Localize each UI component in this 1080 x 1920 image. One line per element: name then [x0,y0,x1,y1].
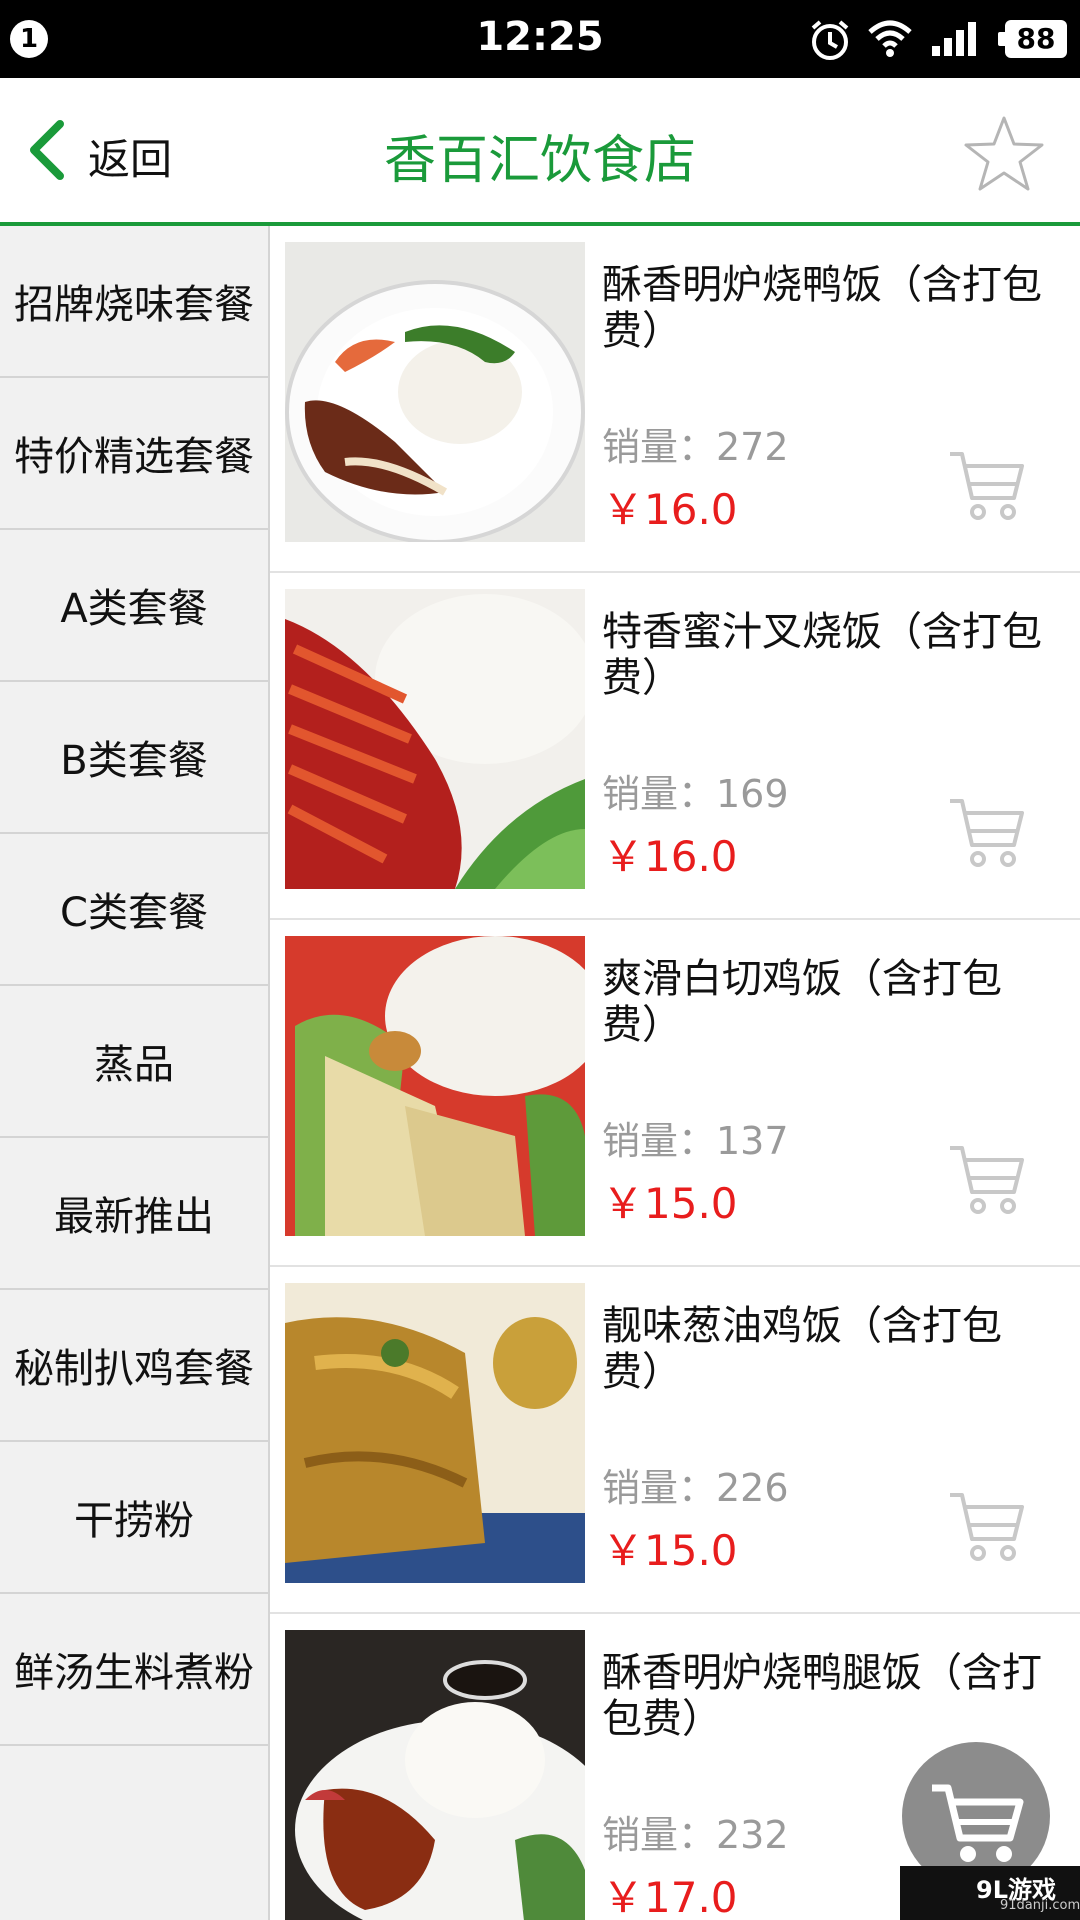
product-name: 特香蜜汁叉烧饭（含打包费） [602,609,1042,701]
product-item[interactable]: 酥香明炉烧鸭饭（含打包费） 销量：272 ￥16.0 [270,226,1080,573]
category-item[interactable]: 最新推出 [0,1138,268,1290]
status-bar: 1 12:25 88 [0,0,1080,78]
product-photo [285,1283,585,1583]
product-sales: 销量：137 [602,1119,789,1163]
cart-icon [950,1493,1024,1561]
product-price: ￥15.0 [602,1526,738,1575]
star-icon [964,116,1044,191]
watermark-logo: 9L游戏 91danji.com [900,1866,1080,1920]
product-price: ￥16.0 [602,485,738,534]
product-item[interactable]: 爽滑白切鸡饭（含打包费） 销量：137 ￥15.0 [270,920,1080,1267]
status-time: 12:25 [476,14,604,60]
product-photo [285,936,585,1236]
add-to-cart-button[interactable] [946,1138,1028,1220]
category-item[interactable]: 特价精选套餐 [0,378,268,530]
category-item[interactable]: B类套餐 [0,682,268,834]
product-name: 靓味葱油鸡饭（含打包费） [602,1303,1002,1395]
product-sales: 销量：232 [602,1813,789,1857]
product-price: ￥15.0 [602,1179,738,1228]
category-item[interactable]: C类套餐 [0,834,268,986]
battery-icon: 88 [998,20,1067,58]
cart-icon [950,1146,1024,1214]
cart-icon [950,452,1024,520]
product-item[interactable]: 特香蜜汁叉烧饭（含打包费） 销量：169 ￥16.0 [270,573,1080,920]
product-name: 酥香明炉烧鸭饭（含打包费） [602,262,1042,354]
category-sidebar: 招牌烧味套餐 特价精选套餐 A类套餐 B类套餐 C类套餐 蒸品 最新推出 秘制扒… [0,226,270,1920]
watermark-sub: 91danji.com [1000,1898,1080,1913]
favorite-button[interactable] [962,112,1046,196]
alarm-icon [811,20,849,60]
product-item[interactable]: 靓味葱油鸡饭（含打包费） 销量：226 ￥15.0 [270,1267,1080,1614]
product-name: 爽滑白切鸡饭（含打包费） [602,956,1002,1048]
product-name: 酥香明炉烧鸭腿饭（含打包费） [602,1650,1042,1742]
product-price: ￥16.0 [602,832,738,881]
product-sales: 销量：226 [602,1466,789,1510]
cart-icon [950,799,1024,867]
add-to-cart-button[interactable] [946,444,1028,526]
category-item[interactable]: 蒸品 [0,986,268,1138]
add-to-cart-button[interactable] [946,791,1028,873]
category-item[interactable]: 秘制扒鸡套餐 [0,1290,268,1442]
product-price: ￥17.0 [602,1873,738,1920]
category-item[interactable]: 招牌烧味套餐 [0,226,268,378]
category-item[interactable]: A类套餐 [0,530,268,682]
product-photo [285,589,585,889]
category-item[interactable]: 干捞粉 [0,1442,268,1594]
product-sales: 销量：272 [602,425,789,469]
signal-icon [932,22,976,56]
page-title: 香百汇饮食店 [383,131,696,191]
product-photo [285,242,585,542]
category-item[interactable]: 鲜汤生料煮粉 [0,1594,268,1746]
product-photo [285,1630,585,1920]
product-list: 酥香明炉烧鸭饭（含打包费） 销量：272 ￥16.0 特香蜜汁叉烧饭（含打包费） [270,226,1080,1920]
app-header: 返回 香百汇饮食店 [0,78,1080,226]
product-sales: 销量：169 [602,772,789,816]
add-to-cart-button[interactable] [946,1485,1028,1567]
wifi-icon [868,20,912,57]
